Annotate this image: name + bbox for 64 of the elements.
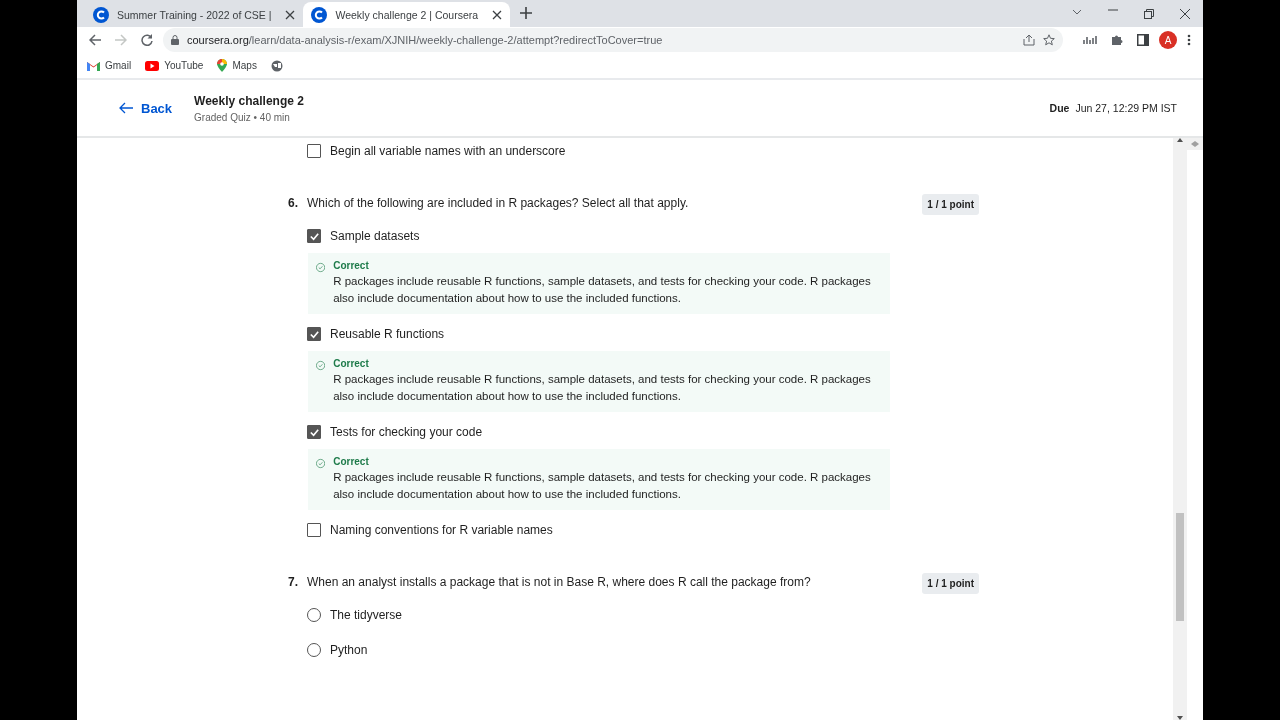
reload-icon[interactable] bbox=[141, 34, 153, 46]
due-date: Jun 27, 12:29 PM IST bbox=[1075, 102, 1177, 114]
option-label: Tests for checking your code bbox=[330, 425, 483, 439]
share-icon[interactable] bbox=[1023, 34, 1035, 46]
site-favicon-icon bbox=[93, 6, 109, 23]
bookmark-link[interactable]: Maps bbox=[217, 59, 257, 72]
map-pin-icon bbox=[217, 59, 228, 72]
question-number: 6. bbox=[288, 196, 299, 210]
close-icon[interactable] bbox=[285, 9, 296, 20]
back-arrow-icon bbox=[119, 102, 133, 114]
address-bar[interactable]: coursera.org/learn/data-analysis-r/exam/XJNIH/weekly-challenge-2/attempt?redirectToCover=true bbox=[163, 28, 1063, 52]
close-icon[interactable] bbox=[1180, 8, 1190, 19]
bookmark-link[interactable]: YouTube bbox=[145, 60, 204, 71]
option-label: Begin all variable names with an underscore bbox=[330, 144, 566, 158]
chart-extension-icon[interactable] bbox=[1083, 35, 1097, 45]
browser-tab[interactable]: Summer Training - 2022 of CSE | bbox=[85, 2, 304, 27]
option-label: Sample datasets bbox=[330, 229, 420, 243]
feedback-text: R packages include reusable R functions, sample datasets, and tests for checking your code. R packages also include documentation about how to use the included functions. bbox=[333, 372, 872, 404]
mail-icon bbox=[87, 60, 100, 71]
checkbox[interactable] bbox=[307, 523, 321, 537]
back-link[interactable]: Back bbox=[119, 100, 173, 116]
option-label: Naming conventions for R variable names bbox=[330, 523, 553, 537]
scrollbar-thumb[interactable] bbox=[1176, 513, 1184, 621]
check-circle-icon bbox=[316, 456, 326, 471]
checkbox[interactable] bbox=[307, 327, 321, 341]
browser-tab[interactable]: Weekly challenge 2 | Coursera bbox=[303, 2, 511, 27]
option-label: Python bbox=[330, 643, 368, 657]
close-icon[interactable] bbox=[492, 9, 503, 20]
quiz-subtitle: Graded Quiz • 40 min bbox=[194, 111, 291, 123]
feedback-status: Correct bbox=[333, 358, 370, 369]
chevron-down-icon[interactable] bbox=[1072, 8, 1082, 15]
feedback-status: Correct bbox=[333, 260, 370, 271]
check-circle-icon bbox=[316, 260, 326, 275]
quiz-title: Weekly challenge 2 bbox=[194, 93, 304, 108]
check-circle-icon bbox=[316, 358, 326, 373]
question-text: When an analyst installs a package that is not in Base R, where does R call the package from? bbox=[307, 575, 812, 589]
bookmark-link[interactable]: Gmail bbox=[87, 60, 132, 71]
checkbox[interactable] bbox=[307, 425, 321, 439]
feedback-text: R packages include reusable R functions, sample datasets, and tests for checking your code. R packages also include documentation about how to use the included functions. bbox=[333, 470, 872, 502]
globe-icon[interactable] bbox=[270, 59, 283, 72]
star-icon[interactable] bbox=[1043, 34, 1055, 46]
restore-icon[interactable] bbox=[1144, 8, 1154, 19]
side-panel-icon[interactable] bbox=[1137, 34, 1149, 46]
option-label: The tidyverse bbox=[330, 608, 403, 622]
back-arrow-icon[interactable] bbox=[89, 34, 101, 46]
menu-icon[interactable] bbox=[1187, 34, 1191, 46]
video-play-icon bbox=[145, 60, 160, 71]
checkbox[interactable] bbox=[307, 144, 321, 158]
puzzle-icon[interactable] bbox=[1111, 34, 1123, 46]
points-badge: 1 / 1 point bbox=[922, 194, 979, 215]
feedback-status: Correct bbox=[333, 456, 370, 467]
points-badge: 1 / 1 point bbox=[922, 573, 979, 594]
lock-icon bbox=[171, 35, 179, 45]
option-label: Reusable R functions bbox=[330, 327, 445, 341]
due-label: Due bbox=[1049, 102, 1070, 114]
profile-avatar[interactable]: A bbox=[1159, 31, 1177, 49]
scroll-up-icon[interactable] bbox=[1177, 138, 1183, 142]
question-number: 7. bbox=[288, 575, 299, 589]
scroll-down-icon[interactable] bbox=[1177, 716, 1183, 720]
feedback-text: R packages include reusable R functions, sample datasets, and tests for checking your code. R packages also include documentation about how to use the included functions. bbox=[333, 274, 872, 306]
question-text: Which of the following are included in R packages? Select all that apply. bbox=[307, 196, 690, 210]
checkbox[interactable] bbox=[307, 229, 321, 243]
site-favicon-icon bbox=[311, 6, 328, 23]
new-tab-icon[interactable] bbox=[520, 7, 533, 19]
